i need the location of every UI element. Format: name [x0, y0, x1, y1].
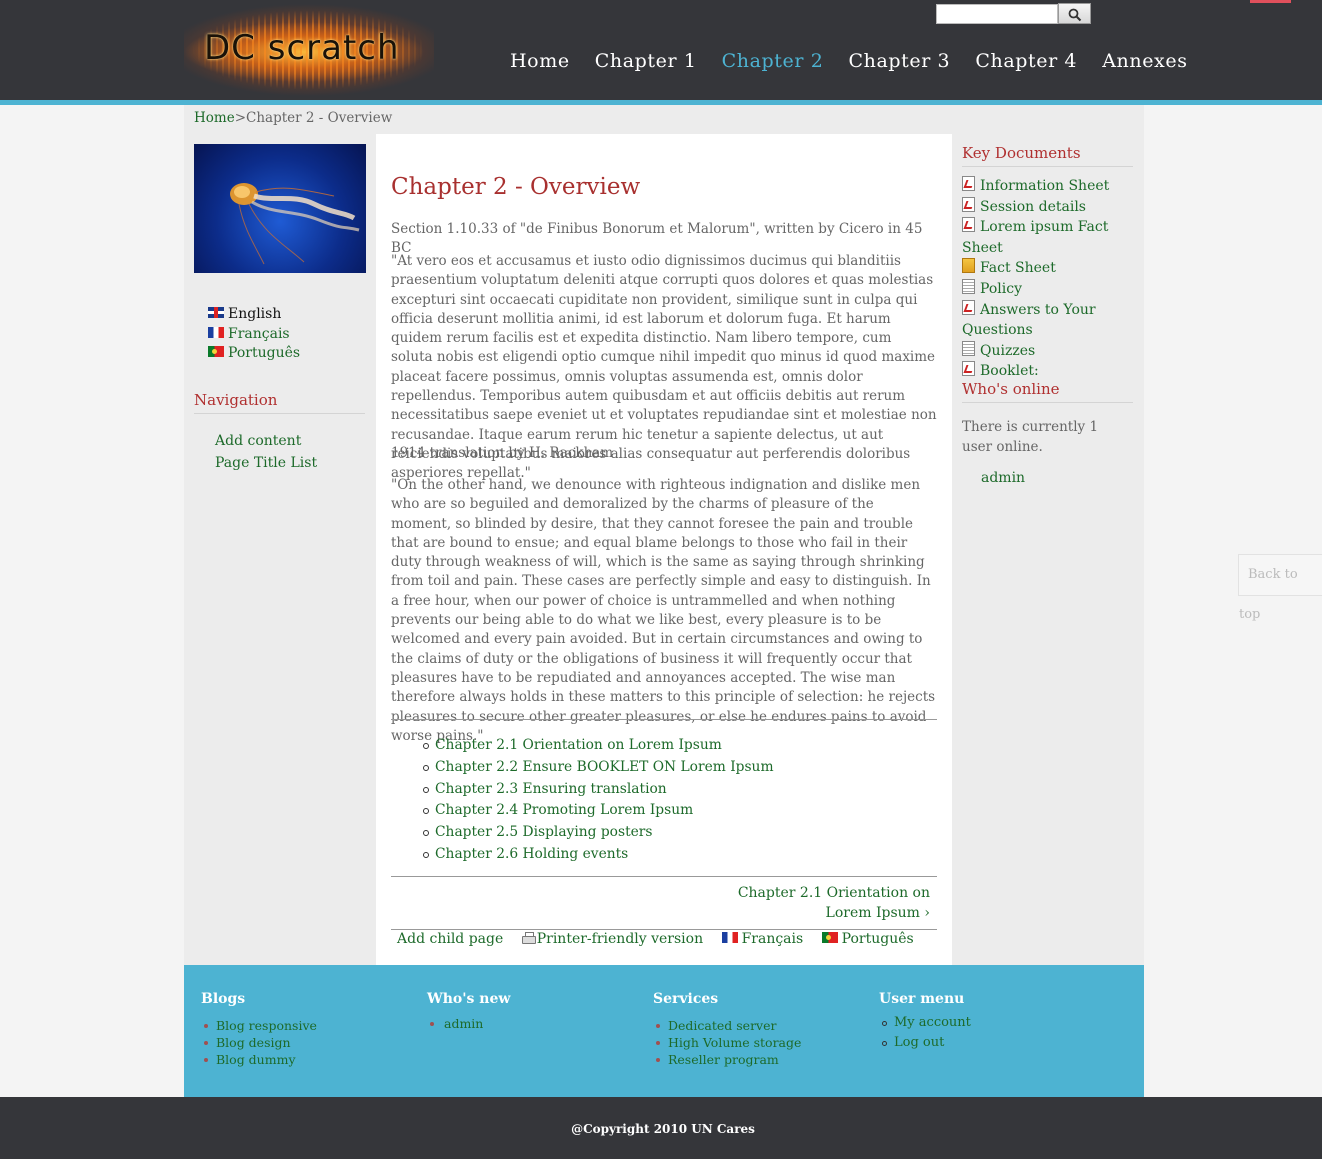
france-flag-icon [721, 932, 738, 943]
document-item[interactable]: Policy [962, 278, 1142, 300]
main-nav: Home Chapter 1 Chapter 2 Chapter 3 Chapt… [510, 50, 1208, 72]
footer-blogs-title: Blogs [201, 991, 246, 1007]
pdf-icon [962, 299, 975, 315]
document-item[interactable]: Booklet: [962, 361, 1142, 382]
divider [391, 929, 937, 930]
breadcrumb: Home>Chapter 2 - Overview [194, 110, 392, 126]
nav-chapter-3[interactable]: Chapter 3 [848, 50, 950, 72]
language-portuguese[interactable]: Português [208, 344, 300, 364]
footer-link[interactable]: admin [427, 1015, 510, 1032]
france-flag-icon [208, 326, 224, 338]
footer-link[interactable]: Dedicated server [653, 1017, 801, 1034]
key-documents-title: Key Documents [962, 144, 1133, 167]
language-french[interactable]: Français [208, 325, 300, 345]
whos-online-title: Who's online [962, 380, 1133, 403]
nav-home[interactable]: Home [510, 50, 570, 72]
chapter-link-2-3[interactable]: Chapter 2.3 Ensuring translation [423, 779, 774, 801]
portugal-flag-icon [208, 346, 224, 357]
online-user-link[interactable]: admin [981, 470, 1025, 486]
chapter-link-2-5[interactable]: Chapter 2.5 Displaying posters [423, 822, 774, 844]
breadcrumb-home[interactable]: Home [194, 110, 235, 126]
chapter-link-2-6[interactable]: Chapter 2.6 Holding events [423, 844, 774, 866]
language-english[interactable]: English [208, 305, 300, 325]
chapter-link-2-1[interactable]: Chapter 2.1 Orientation on Lorem Ipsum [423, 735, 774, 757]
text-file-icon [962, 278, 975, 294]
divider [391, 876, 937, 877]
document-item[interactable]: Quizzes [962, 340, 1142, 362]
pdf-icon [962, 217, 975, 233]
add-content-link[interactable]: Add content [215, 430, 317, 452]
chapter-link-2-2[interactable]: Chapter 2.2 Ensure BOOKLET ON Lorem Ipsu… [423, 757, 774, 779]
footer-user-menu: User menu My account Log out [879, 991, 971, 1053]
uk-flag-icon [208, 307, 224, 318]
footer-link[interactable]: High Volume storage [653, 1034, 801, 1051]
footer-blogs: Blogs Blog responsive Blog design Blog d… [201, 991, 317, 1068]
pdf-icon [962, 361, 975, 377]
navigation-links: Add content Page Title List [215, 430, 317, 474]
printer-friendly-link[interactable]: Printer-friendly version [521, 931, 703, 947]
footer-user-menu-title: User menu [879, 991, 965, 1007]
site-logo[interactable]: DC scratch [184, 4, 434, 96]
jellyfish-image [194, 144, 366, 273]
document-item[interactable]: Answers to Your Questions [962, 299, 1142, 341]
footer-link[interactable]: Reseller program [653, 1051, 801, 1068]
next-page-link[interactable]: Chapter 2.1 Orientation on Lorem Ipsum › [700, 883, 930, 923]
back-to-top-button[interactable]: Back to top [1238, 554, 1322, 622]
portugal-flag-icon [821, 932, 838, 943]
footer-services: Services Dedicated server High Volume st… [653, 991, 801, 1068]
log-out-link[interactable]: Log out [879, 1033, 971, 1053]
translation-french-link[interactable]: Français [721, 931, 803, 947]
page-title-list-link[interactable]: Page Title List [215, 452, 317, 474]
text-file-icon [962, 340, 975, 356]
footer-services-title: Services [653, 991, 719, 1007]
my-account-link[interactable]: My account [879, 1013, 971, 1033]
top-red-tab [1250, 0, 1291, 3]
zip-icon [962, 258, 975, 274]
search-icon [1068, 8, 1081, 22]
key-documents-list: Information Sheet Session details Lorem … [962, 176, 1142, 382]
breadcrumb-current: Chapter 2 - Overview [246, 110, 393, 126]
footer-link[interactable]: Blog design [201, 1034, 317, 1051]
footer-link[interactable]: Blog responsive [201, 1017, 317, 1034]
footer-link[interactable]: Blog dummy [201, 1051, 317, 1068]
content-links: Add child page Printer-friendly version … [397, 931, 928, 947]
document-item[interactable]: Fact Sheet [962, 258, 1142, 279]
search-button[interactable] [1058, 3, 1091, 24]
document-item[interactable]: Information Sheet [962, 176, 1142, 197]
pdf-icon [962, 176, 975, 191]
nav-annexes[interactable]: Annexes [1102, 50, 1187, 72]
page-title: Chapter 2 - Overview [391, 174, 641, 200]
add-child-page-link[interactable]: Add child page [397, 931, 503, 947]
nav-chapter-2[interactable]: Chapter 2 [722, 50, 824, 72]
divider [391, 719, 937, 720]
document-item[interactable]: Session details [962, 196, 1142, 218]
nav-chapter-4[interactable]: Chapter 4 [975, 50, 1077, 72]
translation-portuguese-link[interactable]: Português [821, 931, 914, 947]
nav-chapter-1[interactable]: Chapter 1 [595, 50, 697, 72]
search-input[interactable] [936, 4, 1058, 24]
translation-note: 1914 translation by H. Rackham [391, 445, 614, 461]
navigation-block-title: Navigation [194, 391, 365, 414]
english-paragraph: "On the other hand, we denounce with rig… [391, 477, 936, 744]
breadcrumb-separator: > [234, 110, 247, 126]
chapter-link-2-4[interactable]: Chapter 2.4 Promoting Lorem Ipsum [423, 800, 774, 822]
chapter-list: Chapter 2.1 Orientation on Lorem Ipsum C… [421, 735, 774, 866]
logo-text: DC scratch [204, 28, 400, 68]
copyright: @Copyright 2010 UN Cares [571, 1122, 755, 1136]
footer-whos-new-title: Who's new [427, 991, 511, 1007]
printer-icon [521, 932, 536, 944]
language-switcher: English Français Português [208, 305, 300, 364]
footer-whos-new: Who's new admin [427, 991, 510, 1032]
whos-online-text: There is currently 1 user online. [962, 419, 1099, 455]
document-item[interactable]: Lorem ipsum Fact Sheet [962, 217, 1142, 258]
pdf-icon [962, 196, 975, 212]
